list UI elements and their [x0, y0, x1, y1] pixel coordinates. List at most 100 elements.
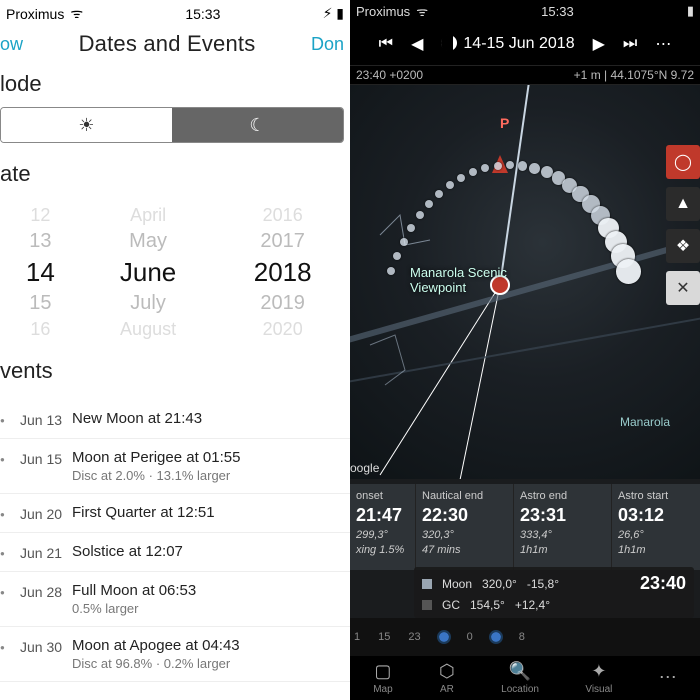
- event-row[interactable]: ●Jun 13 New Moon at 21:43: [0, 400, 350, 439]
- carrier-label: Proximus: [356, 4, 410, 19]
- timeline-marker[interactable]: [439, 632, 449, 642]
- place-label: Manarola Scenic Viewpoint: [410, 265, 507, 295]
- sun-card[interactable]: Astro end 23:31 333,4° 1h1m: [514, 484, 612, 570]
- readout-name: GC: [442, 598, 460, 612]
- moon-position-dot: [494, 162, 502, 170]
- tab-map[interactable]: ▢Map: [373, 661, 392, 695]
- event-date: Jun 28: [10, 582, 72, 600]
- picker-year[interactable]: 2016 2017 2018 2019 2020: [215, 205, 350, 340]
- dates-events-panel: Proximus ᯤ 15:33 ⚡︎ ▮ ow Dates and Event…: [0, 0, 350, 700]
- map-tools: ◯ ▲ ❖ ✕: [666, 145, 700, 305]
- event-date: Jun 30: [10, 637, 72, 655]
- moon-position-dot: [506, 161, 514, 169]
- sun-card[interactable]: onset 21:47 299,3° xing 1.5%: [350, 484, 416, 570]
- date-nav: ⏮ ◀ 14-15 Jun 2018 ▶ ⏭ ⋯: [350, 22, 700, 66]
- event-title: First Quarter at 12:51: [72, 504, 350, 521]
- timeline[interactable]: 1 15 23 0 8: [350, 618, 700, 656]
- clock: 15:33: [428, 4, 687, 19]
- moon-swatch: [422, 579, 432, 589]
- segment-moon[interactable]: ☾: [172, 108, 343, 142]
- gc-swatch: [422, 600, 432, 610]
- event-title: New Moon at 21:43: [72, 410, 350, 427]
- event-date: Jun 13: [10, 410, 72, 428]
- p-marker: P: [500, 115, 509, 131]
- prev-button[interactable]: ◀: [411, 34, 423, 54]
- readout-time: 23:40: [640, 573, 686, 594]
- events-list[interactable]: ●Jun 13 New Moon at 21:43●Jun 15 Moon at…: [0, 394, 350, 682]
- moon-position-dot: [529, 163, 540, 174]
- moon-position-dot: [400, 238, 408, 246]
- events-heading: vents: [0, 354, 350, 394]
- sun-card[interactable]: Astro start 03:12 26,6° 1h1m: [612, 484, 700, 570]
- page-title: Dates and Events: [23, 31, 311, 57]
- event-row[interactable]: ●Jun 30 Moon at Apogee at 04:43Disc at 9…: [0, 627, 350, 682]
- status-bar: Proximus ᯤ 15:33 ⚡︎ ▮: [0, 0, 350, 27]
- segment-sun[interactable]: ☀: [1, 108, 172, 142]
- status-tray: ▮: [687, 3, 694, 19]
- back-button[interactable]: ow: [0, 34, 23, 55]
- mode-heading: lode: [0, 67, 350, 107]
- mountain-tool-icon[interactable]: ▲: [666, 187, 700, 221]
- last-button[interactable]: ⏭: [623, 35, 637, 53]
- card-time: 23:31: [520, 505, 605, 526]
- tab-location[interactable]: 🔍Location: [501, 661, 539, 695]
- carrier-label: Proximus: [6, 6, 64, 22]
- picker-day[interactable]: 12 13 14 15 16: [0, 205, 81, 340]
- tab-visual[interactable]: ✦Visual: [585, 661, 612, 695]
- body-readout[interactable]: Moon 320,0° -15,8° 23:40 GC 154,5° +12,4…: [414, 567, 694, 618]
- event-row[interactable]: ●Jun 15 Moon at Perigee at 01:55Disc at …: [0, 439, 350, 494]
- info-bar: 23:40 +0200 +1 m | 44.1075°N 9.72: [350, 66, 700, 85]
- done-button[interactable]: Don: [311, 34, 344, 55]
- sparkle-icon: ✦: [591, 661, 606, 682]
- clock-offset: 23:40 +0200: [356, 68, 423, 82]
- sun-event-cards[interactable]: onset 21:47 299,3° xing 1.5%Nautical end…: [350, 484, 700, 570]
- readout-alt: -15,8°: [527, 577, 559, 591]
- date-heading: ate: [0, 157, 350, 197]
- coords: +1 m | 44.1075°N 9.72: [574, 68, 694, 82]
- tab-more[interactable]: ⋯: [659, 667, 677, 690]
- date-picker[interactable]: 12 13 14 15 16 April May June July Augus…: [0, 197, 350, 354]
- tab-bar: ▢Map ⬡AR 🔍Location ✦Visual ⋯: [350, 656, 700, 700]
- tab-ar[interactable]: ⬡AR: [439, 661, 455, 695]
- card-time: 21:47: [356, 505, 409, 526]
- event-sub: 0.5% larger: [72, 599, 350, 616]
- event-row[interactable]: ●Jun 21 Solstice at 12:07: [0, 533, 350, 572]
- map-credit: oogle: [350, 461, 379, 475]
- layers-tool-icon[interactable]: ❖: [666, 229, 700, 263]
- nav-bar: ow Dates and Events Don: [0, 27, 350, 67]
- event-date: Jun 20: [10, 504, 72, 522]
- search-icon: 🔍: [509, 661, 531, 682]
- satellite-tool-icon[interactable]: ✕: [666, 271, 700, 305]
- sun-card[interactable]: Nautical end 22:30 320,3° 47 mins: [416, 484, 514, 570]
- card-time: 03:12: [618, 505, 700, 526]
- planner-map-panel: Proximus ᯤ 15:33 ▮ ⏮ ◀ 14-15 Jun 2018 ▶ …: [350, 0, 700, 700]
- moon-position-dot: [393, 252, 401, 260]
- event-row[interactable]: ●Jun 28 Full Moon at 06:530.5% larger: [0, 572, 350, 627]
- picker-month[interactable]: April May June July August: [81, 205, 216, 340]
- wifi-icon: ᯤ: [416, 2, 428, 20]
- card-az: 320,3°: [422, 529, 507, 541]
- map-view[interactable]: P Manarola Scenic Viewpoint Manarola oog…: [350, 85, 700, 479]
- cube-icon: ⬡: [439, 661, 455, 682]
- status-bar: Proximus ᯤ 15:33 ▮: [350, 0, 700, 22]
- pin-tool-icon[interactable]: ◯: [666, 145, 700, 179]
- first-button[interactable]: ⏮: [379, 35, 393, 53]
- card-dur: 47 mins: [422, 544, 507, 556]
- next-button[interactable]: ▶: [593, 34, 605, 54]
- date-label[interactable]: 14-15 Jun 2018: [441, 35, 574, 53]
- event-title: Solstice at 12:07: [72, 543, 350, 560]
- status-tray: ⚡︎ ▮: [323, 5, 344, 22]
- event-date: Jun 15: [10, 449, 72, 467]
- card-az: 26,6°: [618, 529, 700, 541]
- menu-button[interactable]: ⋯: [655, 34, 671, 54]
- moon-position-dot: [616, 259, 641, 284]
- event-title: Full Moon at 06:53: [72, 582, 350, 599]
- card-az: 333,4°: [520, 529, 605, 541]
- mode-segment[interactable]: ☀ ☾: [0, 107, 344, 143]
- event-sub: Disc at 96.8% · 0.2% larger: [72, 654, 350, 671]
- clock: 15:33: [83, 6, 322, 22]
- event-title: Moon at Perigee at 01:55: [72, 449, 350, 466]
- card-head: Nautical end: [422, 490, 507, 502]
- event-row[interactable]: ●Jun 20 First Quarter at 12:51: [0, 494, 350, 533]
- timeline-marker[interactable]: [491, 632, 501, 642]
